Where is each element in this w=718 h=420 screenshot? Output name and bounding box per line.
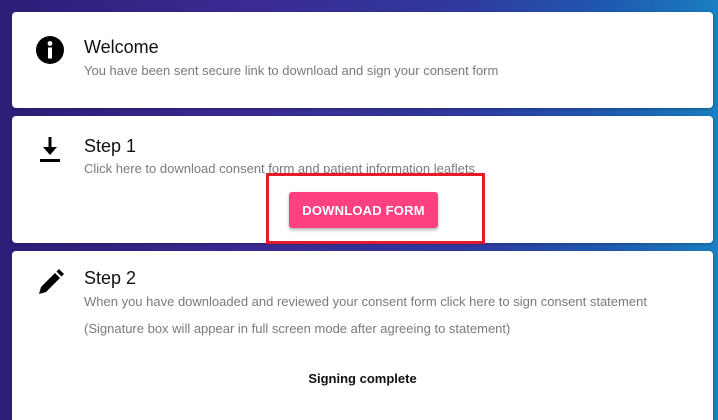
welcome-card: Welcome You have been sent secure link t…: [12, 12, 713, 108]
step2-signature-note: (Signature box will appear in full scree…: [84, 321, 511, 336]
download-form-button[interactable]: DOWNLOAD FORM: [289, 192, 438, 228]
step2-title: Step 2: [84, 268, 137, 288]
pencil-icon: [39, 269, 64, 294]
download-icon: [40, 137, 60, 162]
step2-description: When you have downloaded and reviewed yo…: [84, 294, 647, 309]
step1-title: Step 1: [84, 136, 137, 156]
welcome-description: You have been sent secure link to downlo…: [84, 63, 499, 78]
step1-description: Click here to download consent form and …: [84, 161, 475, 176]
info-icon: [36, 36, 64, 64]
step1-card: Step 1 Click here to download consent fo…: [12, 116, 713, 244]
signing-status: Signing complete: [308, 371, 417, 386]
welcome-title: Welcome: [84, 37, 159, 57]
step2-card: Step 2 When you have downloaded and revi…: [12, 251, 713, 420]
